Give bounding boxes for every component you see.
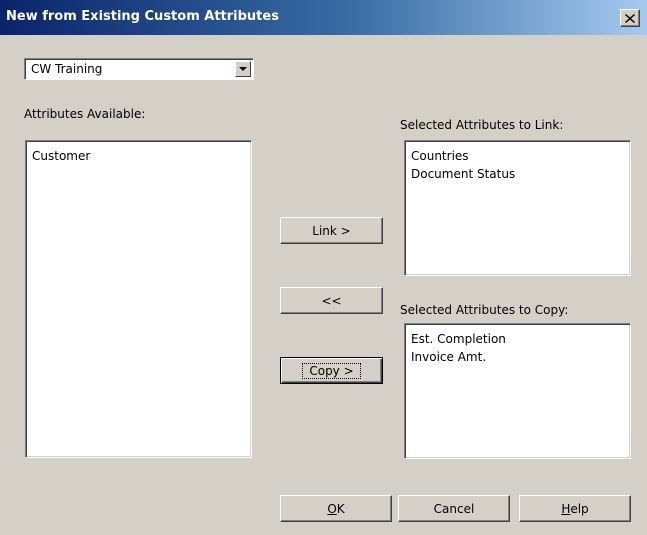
list-item[interactable]: Document Status <box>411 165 624 183</box>
ok-label-rest: K <box>336 501 345 516</box>
copy-attributes-list[interactable]: Est. Completion Invoice Amt. <box>404 323 631 459</box>
attributes-available-label: Attributes Available: <box>24 107 146 121</box>
list-item[interactable]: Invoice Amt. <box>411 348 624 366</box>
close-icon <box>625 13 635 23</box>
project-dropdown[interactable]: CW Training <box>24 58 254 80</box>
remove-button[interactable]: << <box>280 287 383 314</box>
chevron-down-icon <box>239 66 247 71</box>
attributes-available-list[interactable]: Customer <box>25 140 252 458</box>
list-item[interactable]: Countries <box>411 147 624 165</box>
project-dropdown-value: CW Training <box>31 62 103 76</box>
ok-button[interactable]: OK <box>280 495 392 522</box>
help-label-rest: elp <box>570 501 589 516</box>
cancel-button[interactable]: Cancel <box>398 495 510 522</box>
link-list-label: Selected Attributes to Link: <box>400 118 564 132</box>
dropdown-arrow-button[interactable] <box>235 61 251 77</box>
link-button-label: Link > <box>312 223 351 238</box>
remove-button-label: << <box>321 293 342 308</box>
help-button[interactable]: Help <box>519 495 631 522</box>
list-item[interactable]: Est. Completion <box>411 330 624 348</box>
window-title: New from Existing Custom Attributes <box>6 9 279 24</box>
ok-mnemonic: O <box>327 501 337 516</box>
copy-list-label: Selected Attributes to Copy: <box>400 303 569 317</box>
cancel-button-label: Cancel <box>433 501 475 516</box>
title-bar: New from Existing Custom Attributes <box>0 0 647 35</box>
ok-button-label: OK <box>327 502 344 516</box>
copy-button-label: Copy > <box>302 362 361 379</box>
link-attributes-list[interactable]: Countries Document Status <box>404 140 631 276</box>
help-mnemonic: H <box>561 501 571 516</box>
copy-button[interactable]: Copy > <box>280 357 383 384</box>
help-button-label: Help <box>561 502 588 516</box>
list-item[interactable]: Customer <box>32 147 245 165</box>
link-button[interactable]: Link > <box>280 217 383 244</box>
close-button[interactable] <box>620 9 640 27</box>
